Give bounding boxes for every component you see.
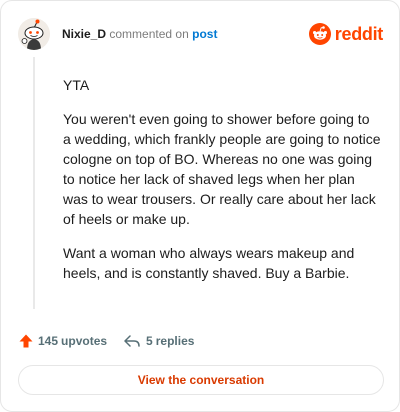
reddit-wordmark: reddit bbox=[334, 24, 384, 44]
username-link[interactable]: Nixie_D bbox=[62, 27, 106, 41]
action-text: commented on bbox=[109, 27, 189, 41]
upvote-button[interactable]: 145 upvotes bbox=[18, 333, 107, 349]
upvote-label: upvotes bbox=[61, 334, 108, 348]
embedded-comment-card: Nixie_D commented on post reddit YTA You… bbox=[0, 0, 400, 412]
reddit-logo-icon bbox=[308, 23, 331, 45]
reply-label: replies bbox=[155, 334, 195, 348]
user-avatar[interactable] bbox=[18, 18, 50, 50]
reply-button[interactable]: 5 replies bbox=[123, 333, 194, 349]
post-link[interactable]: post bbox=[192, 27, 217, 41]
comment-paragraph: Want a woman who always wears makeup and… bbox=[63, 245, 355, 281]
reply-count: 5 bbox=[146, 334, 153, 348]
comment-meta: Nixie_D commented on post bbox=[62, 27, 217, 41]
comment-paragraph: You weren't even going to shower before … bbox=[63, 111, 381, 227]
comment-header: Nixie_D commented on post reddit bbox=[18, 18, 383, 50]
upvote-arrow-icon bbox=[19, 334, 33, 348]
comment-actions: 145 upvotes 5 replies bbox=[18, 331, 194, 351]
reddit-brand[interactable]: reddit bbox=[308, 22, 384, 46]
view-conversation-button[interactable]: View the conversation bbox=[18, 365, 384, 395]
thread-line bbox=[33, 57, 35, 309]
snoo-avatar-icon bbox=[18, 18, 50, 50]
upvote-count: 145 bbox=[38, 334, 59, 348]
comment-body: YTA You weren't even going to shower bef… bbox=[63, 75, 381, 297]
comment-paragraph: YTA bbox=[63, 77, 90, 93]
reply-arrow-icon bbox=[124, 335, 140, 347]
